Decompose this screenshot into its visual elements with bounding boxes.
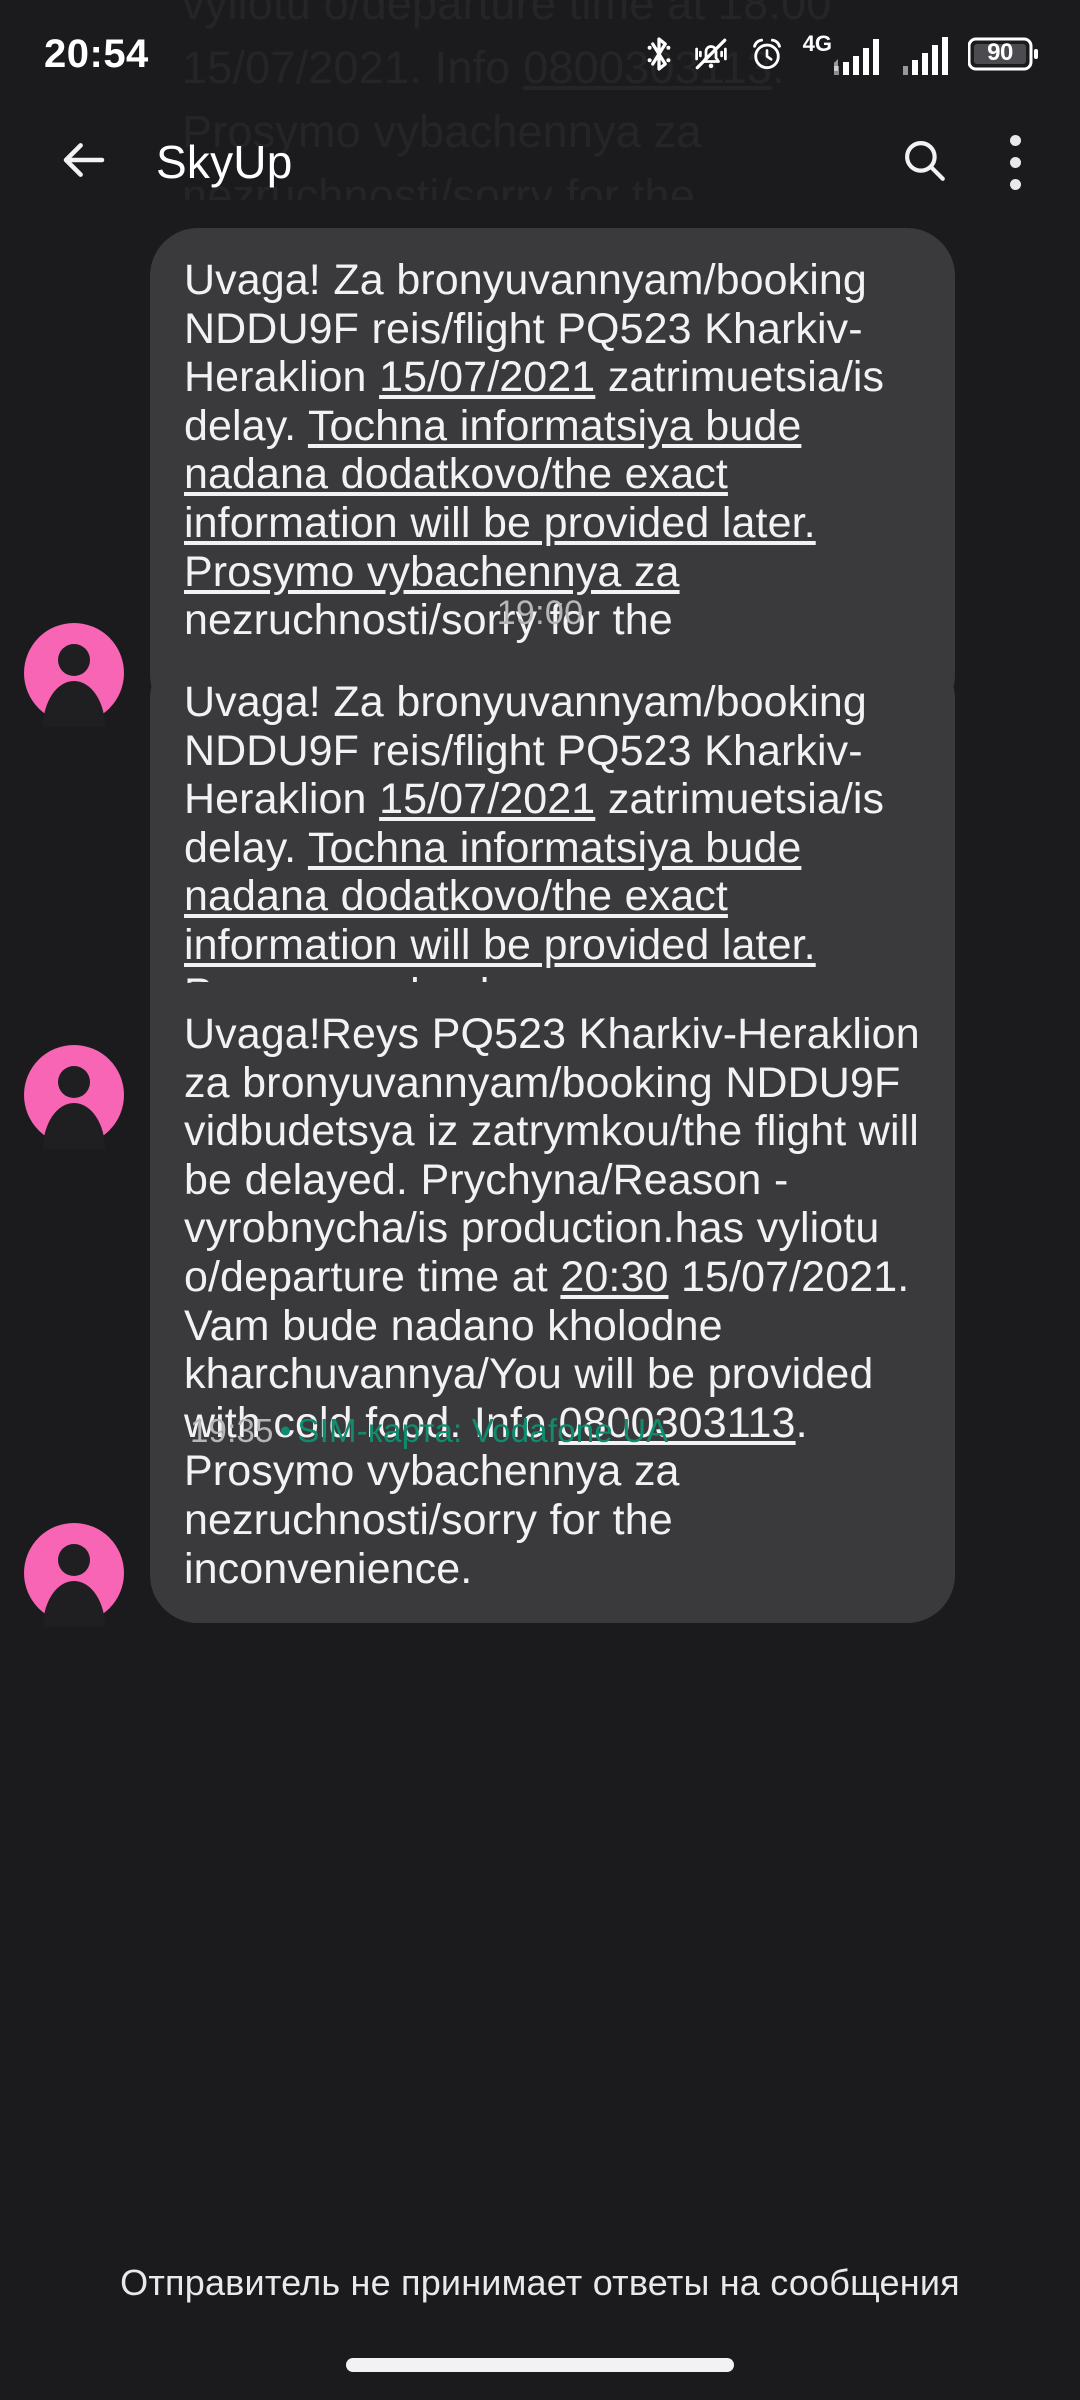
status-bar-icons: 4G 90 bbox=[644, 33, 1038, 75]
page-title: SkyUp bbox=[156, 136, 293, 188]
signal-4g-icon: 4G bbox=[803, 33, 886, 75]
overflow-menu-icon bbox=[1009, 134, 1021, 190]
message-meta-sim: SIM-карта: Vodafone UA bbox=[297, 1412, 669, 1449]
overflow-menu-button[interactable] bbox=[972, 114, 1058, 210]
sender-no-reply-notice: Отправитель не принимает ответы на сообщ… bbox=[120, 2262, 960, 2303]
avatar bbox=[24, 1523, 124, 1628]
message-link-date[interactable]: 15/07/2021 bbox=[379, 353, 595, 401]
battery-icon: 90 bbox=[968, 36, 1038, 72]
message-row-3[interactable]: Uvaga!Reys PQ523 Kharkiv-Heraklion za br… bbox=[0, 982, 1080, 1628]
signal-bars-icon bbox=[903, 33, 951, 75]
message-bubble[interactable]: Uvaga!Reys PQ523 Kharkiv-Heraklion za br… bbox=[150, 982, 955, 1624]
status-bar-clock: 20:54 bbox=[44, 31, 149, 76]
status-bar: 20:54 4G 90 bbox=[0, 0, 1080, 108]
network-type-label: 4G bbox=[802, 31, 832, 56]
message-meta: 19:35 • SIM-карта: Vodafone UA bbox=[190, 1412, 668, 1450]
battery-level-text: 90 bbox=[987, 39, 1013, 66]
message-thread[interactable]: inconvenience. Uvaga! Za bronyuvannyam/b… bbox=[0, 216, 1080, 2256]
timestamp-divider: 19:00 bbox=[496, 594, 584, 632]
message-link-date[interactable]: 15/07/2021 bbox=[379, 775, 595, 823]
arrow-back-icon bbox=[57, 133, 111, 192]
app-toolbar: SkyUp bbox=[0, 108, 1080, 216]
vibrate-bell-off-icon bbox=[691, 34, 731, 74]
search-button[interactable] bbox=[876, 114, 972, 210]
search-icon bbox=[899, 135, 949, 190]
navigation-area bbox=[0, 2232, 1080, 2400]
message-meta-separator: • bbox=[279, 1412, 292, 1449]
bluetooth-icon bbox=[644, 34, 674, 74]
message-meta-time: 19:35 bbox=[190, 1412, 274, 1449]
alarm-clock-icon bbox=[748, 35, 786, 73]
back-button[interactable] bbox=[36, 114, 132, 210]
message-link-time[interactable]: 20:30 bbox=[560, 1253, 668, 1301]
gesture-home-bar[interactable] bbox=[346, 2358, 734, 2372]
